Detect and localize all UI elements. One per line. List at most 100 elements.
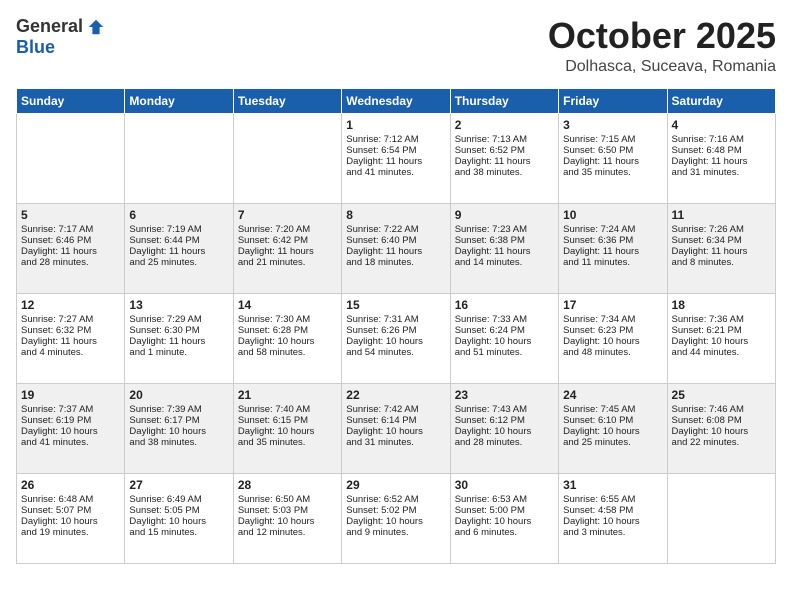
day-info-line: and 25 minutes. bbox=[563, 437, 631, 448]
day-info-line: Sunset: 6:26 PM bbox=[346, 325, 416, 336]
calendar-week-0: 1Sunrise: 7:12 AMSunset: 6:54 PMDaylight… bbox=[17, 113, 776, 203]
day-info-line: and 48 minutes. bbox=[563, 347, 631, 358]
day-info-line: Daylight: 10 hours bbox=[563, 516, 640, 527]
day-info-line: Daylight: 10 hours bbox=[455, 336, 532, 347]
day-number: 3 bbox=[563, 118, 662, 132]
day-info-line: Sunrise: 7:39 AM bbox=[129, 404, 201, 415]
day-info-line: and 28 minutes. bbox=[455, 437, 523, 448]
calendar-cell: 22Sunrise: 7:42 AMSunset: 6:14 PMDayligh… bbox=[342, 383, 450, 473]
day-info-line: Daylight: 11 hours bbox=[346, 246, 422, 257]
calendar-cell: 12Sunrise: 7:27 AMSunset: 6:32 PMDayligh… bbox=[17, 293, 125, 383]
day-number: 12 bbox=[21, 298, 120, 312]
day-number: 28 bbox=[238, 478, 337, 492]
day-info-line: and 12 minutes. bbox=[238, 527, 306, 538]
day-info-line: and 35 minutes. bbox=[238, 437, 306, 448]
day-info-line: Sunset: 6:52 PM bbox=[455, 145, 525, 156]
day-number: 21 bbox=[238, 388, 337, 402]
day-number: 5 bbox=[21, 208, 120, 222]
day-info-line: Sunrise: 7:42 AM bbox=[346, 404, 418, 415]
day-info-line: Daylight: 11 hours bbox=[346, 156, 422, 167]
day-info-line: and 31 minutes. bbox=[672, 167, 740, 178]
calendar-cell: 30 Sunrise: 6:53 AMSunset: 5:00 PMDayligh… bbox=[450, 473, 558, 563]
calendar-cell: 11Sunrise: 7:26 AMSunset: 6:34 PMDayligh… bbox=[667, 203, 775, 293]
day-number: 27 bbox=[129, 478, 228, 492]
day-info-line: and 38 minutes. bbox=[455, 167, 523, 178]
day-info-line: Sunset: 6:12 PM bbox=[455, 415, 525, 426]
day-info-line: Daylight: 11 hours bbox=[672, 156, 748, 167]
header-monday: Monday bbox=[125, 88, 233, 113]
day-number: 17 bbox=[563, 298, 662, 312]
day-info-line: Sunrise: 7:22 AM bbox=[346, 224, 418, 235]
day-info-line: Sunset: 6:21 PM bbox=[672, 325, 742, 336]
day-number: 15 bbox=[346, 298, 445, 312]
day-info-line: Sunrise: 7:23 AM bbox=[455, 224, 527, 235]
day-info-line: Sunset: 6:10 PM bbox=[563, 415, 633, 426]
calendar-cell bbox=[125, 113, 233, 203]
day-info-line: Sunset: 6:19 PM bbox=[21, 415, 91, 426]
calendar-cell: 6Sunrise: 7:19 AMSunset: 6:44 PMDaylight… bbox=[125, 203, 233, 293]
day-info-line: Sunrise: 7:40 AM bbox=[238, 404, 310, 415]
day-info-line: Sunrise: 7:26 AM bbox=[672, 224, 744, 235]
day-info-line: Sunrise: 7:46 AM bbox=[672, 404, 744, 415]
day-info-line: Sunrise: 7:34 AM bbox=[563, 314, 635, 325]
calendar-cell: 24Sunrise: 7:45 AMSunset: 6:10 PMDayligh… bbox=[559, 383, 667, 473]
calendar-cell: 29Sunrise: 6:52 AMSunset: 5:02 PMDayligh… bbox=[342, 473, 450, 563]
day-info-line: and 21 minutes. bbox=[238, 257, 306, 268]
day-info-line: and 18 minutes. bbox=[346, 257, 414, 268]
calendar-cell: 14Sunrise: 7:30 AMSunset: 6:28 PMDayligh… bbox=[233, 293, 341, 383]
day-info-line: Daylight: 10 hours bbox=[238, 426, 315, 437]
day-number: 7 bbox=[238, 208, 337, 222]
month-title: October 2025 bbox=[548, 16, 776, 56]
header-thursday: Thursday bbox=[450, 88, 558, 113]
logo: General Blue bbox=[16, 16, 105, 58]
day-info-line: Sunrise: 7:17 AM bbox=[21, 224, 93, 235]
calendar-cell: 25 Sunrise: 7:46 AMSunset: 6:08 PMDayligh… bbox=[667, 383, 775, 473]
calendar-week-1: 5Sunrise: 7:17 AMSunset: 6:46 PMDaylight… bbox=[17, 203, 776, 293]
calendar-cell: 13Sunrise: 7:29 AMSunset: 6:30 PMDayligh… bbox=[125, 293, 233, 383]
day-info-line: Sunrise: 6:49 AM bbox=[129, 494, 201, 505]
day-info-line: Sunrise: 7:20 AM bbox=[238, 224, 310, 235]
day-info-line: and 38 minutes. bbox=[129, 437, 197, 448]
day-number: 23 bbox=[455, 388, 554, 402]
day-info-line: Daylight: 10 hours bbox=[129, 426, 206, 437]
day-info-line: Daylight: 10 hours bbox=[672, 426, 749, 437]
day-info-line: Sunset: 5:00 PM bbox=[455, 505, 525, 516]
day-info-line: Sunrise: 6:53 AM bbox=[455, 494, 527, 505]
day-info-line: Sunrise: 7:29 AM bbox=[129, 314, 201, 325]
day-info-line: and 41 minutes. bbox=[346, 167, 414, 178]
day-info-line: and 14 minutes. bbox=[455, 257, 523, 268]
day-info-line: and 19 minutes. bbox=[21, 527, 89, 538]
day-info-line: and 44 minutes. bbox=[672, 347, 740, 358]
day-info-line: Sunrise: 7:15 AM bbox=[563, 134, 635, 145]
day-number: 11 bbox=[672, 208, 771, 222]
calendar-cell: 4Sunrise: 7:16 AMSunset: 6:48 PMDaylight… bbox=[667, 113, 775, 203]
calendar-cell bbox=[17, 113, 125, 203]
day-number: 9 bbox=[455, 208, 554, 222]
calendar-cell: 28Sunrise: 6:50 AMSunset: 5:03 PMDayligh… bbox=[233, 473, 341, 563]
day-number: 22 bbox=[346, 388, 445, 402]
location-title: Dolhasca, Suceava, Romania bbox=[548, 58, 776, 76]
day-info-line: Sunset: 6:15 PM bbox=[238, 415, 308, 426]
day-info-line: Sunrise: 7:19 AM bbox=[129, 224, 201, 235]
day-info-line: Sunset: 5:07 PM bbox=[21, 505, 91, 516]
header-saturday: Saturday bbox=[667, 88, 775, 113]
day-info-line: Daylight: 11 hours bbox=[455, 156, 531, 167]
day-number: 1 bbox=[346, 118, 445, 132]
day-info-line: and 31 minutes. bbox=[346, 437, 414, 448]
day-number: 30 bbox=[455, 478, 554, 492]
day-info-line: Sunrise: 7:36 AM bbox=[672, 314, 744, 325]
day-number: 26 bbox=[21, 478, 120, 492]
day-info-line: and 8 minutes. bbox=[672, 257, 734, 268]
day-number: 10 bbox=[563, 208, 662, 222]
day-info-line: Sunset: 6:48 PM bbox=[672, 145, 742, 156]
day-info-line: Sunrise: 6:52 AM bbox=[346, 494, 418, 505]
day-info-line: Daylight: 10 hours bbox=[455, 516, 532, 527]
day-info-line: Sunset: 6:54 PM bbox=[346, 145, 416, 156]
day-info-line: Daylight: 10 hours bbox=[21, 516, 98, 527]
day-info-line: Sunset: 6:08 PM bbox=[672, 415, 742, 426]
day-info-line: Daylight: 10 hours bbox=[563, 336, 640, 347]
day-number: 25 bbox=[672, 388, 771, 402]
day-info-line: and 51 minutes. bbox=[455, 347, 523, 358]
calendar-cell: 15Sunrise: 7:31 AMSunset: 6:26 PMDayligh… bbox=[342, 293, 450, 383]
day-info-line: Sunset: 6:42 PM bbox=[238, 235, 308, 246]
